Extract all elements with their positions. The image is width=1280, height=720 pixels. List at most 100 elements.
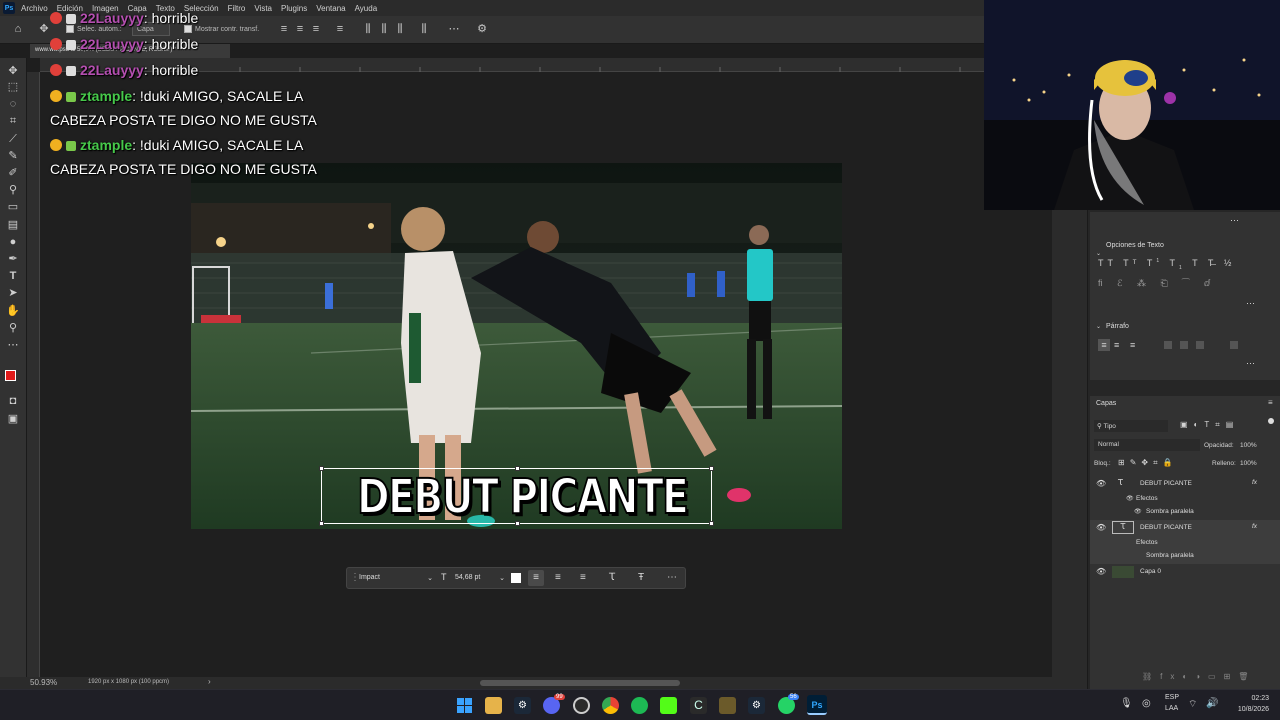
paragraph-align-left-icon[interactable]: ≡ xyxy=(1098,339,1110,351)
text-color-swatch[interactable] xyxy=(511,573,521,583)
more-options-icon[interactable]: ⋯ xyxy=(1246,298,1255,309)
opentype-buttons[interactable]: ﬁ ℰ ⁂ ⎗ ⁀ ⅆ xyxy=(1098,278,1216,289)
layer-effect-row[interactable]: 👁 Sombra paralela xyxy=(1090,504,1280,520)
opacity-value[interactable]: 100% xyxy=(1240,442,1257,449)
dodge-icon[interactable]: ● xyxy=(6,235,20,249)
font-size-field[interactable]: 54,68 pt ⌄ xyxy=(455,571,505,585)
hand-icon[interactable]: ✋ xyxy=(6,304,20,318)
path-selection-icon[interactable]: ➤ xyxy=(6,286,20,300)
fx-icon[interactable]: fx xyxy=(1252,523,1257,530)
gradient-icon[interactable]: ▤ xyxy=(6,218,20,232)
distribute-vertical-icon[interactable]: ⫼ xyxy=(418,23,430,35)
clock-time[interactable]: 02:23 xyxy=(1223,695,1269,702)
windows-start-icon[interactable] xyxy=(456,697,473,714)
document-canvas[interactable]: DEBUT PICANTE xyxy=(191,163,842,529)
layer-name[interactable]: Capa 0 xyxy=(1140,568,1161,575)
kick-icon[interactable] xyxy=(660,697,677,714)
move-icon[interactable]: ✥ xyxy=(6,64,20,78)
transform-handle[interactable] xyxy=(515,466,520,471)
eye-icon[interactable]: 👁 xyxy=(1096,479,1106,488)
lock-icons[interactable]: ⊞✎✥⌗🔒 xyxy=(1118,458,1178,468)
crop-icon[interactable]: ⌗ xyxy=(6,114,20,128)
eraser-icon[interactable]: ▭ xyxy=(6,200,20,214)
healing-brush-icon[interactable]: ✎ xyxy=(6,149,20,163)
marquee-icon[interactable]: ⬚ xyxy=(6,80,20,94)
text-style-buttons[interactable]: TT Tᵀ T1 T1 T T̶ ½ xyxy=(1098,258,1235,271)
clone-stamp-icon[interactable]: ⚲ xyxy=(6,183,20,197)
language-indicator[interactable]: ESP xyxy=(1165,694,1179,701)
text-orientation-icon[interactable]: Ŧ xyxy=(638,570,644,586)
layer-filter-icons[interactable]: ▣◐T⌗▤ xyxy=(1180,420,1239,430)
menu-vista[interactable]: Vista xyxy=(254,4,272,13)
chrome-icon[interactable] xyxy=(602,697,619,714)
align-middle-icon[interactable]: ⫼ xyxy=(378,23,390,35)
justify-last-center-icon[interactable] xyxy=(1180,341,1188,349)
photoshop-icon[interactable]: Ps xyxy=(807,695,827,715)
eye-icon[interactable]: 👁 xyxy=(1096,567,1106,576)
lasso-icon[interactable]: ◌ xyxy=(6,97,20,111)
layers-panel-title[interactable]: Capas xyxy=(1096,400,1116,407)
minecraft-icon[interactable] xyxy=(719,697,736,714)
auto-select-checkbox[interactable] xyxy=(66,25,74,33)
app-c-icon[interactable]: C xyxy=(690,697,707,714)
align-center-icon[interactable]: ≡ xyxy=(555,570,561,586)
show-transform-checkbox[interactable] xyxy=(184,25,192,33)
align-bottom-icon[interactable]: ⫼ xyxy=(394,23,406,35)
horizontal-scrollbar[interactable] xyxy=(480,680,680,686)
align-top-icon[interactable]: ⫼ xyxy=(362,23,374,35)
paragraph-align-center-icon[interactable]: ≡ xyxy=(1114,339,1119,351)
align-right-icon[interactable]: ≡ xyxy=(580,570,586,586)
transform-handle[interactable] xyxy=(709,466,714,471)
warp-text-icon[interactable]: Ꚍ xyxy=(609,570,615,586)
align-left-icon[interactable]: ≡ xyxy=(528,570,544,586)
more-options-icon[interactable]: ⋯ xyxy=(667,570,677,586)
move-tool-icon[interactable]: ✥ xyxy=(38,23,50,35)
blend-mode-dropdown[interactable]: Normal xyxy=(1094,439,1200,451)
layer-filter-dropdown[interactable]: ⚲ Tipo xyxy=(1094,420,1168,432)
steam-icon[interactable]: ⚙ xyxy=(514,697,531,714)
align-center-icon[interactable]: ≡ xyxy=(294,23,306,35)
volume-icon[interactable]: 🔊 xyxy=(1206,698,1218,709)
eye-icon[interactable]: 👁 xyxy=(1126,495,1134,502)
brush-icon[interactable]: ✐ xyxy=(6,166,20,180)
foreground-color-swatch[interactable] xyxy=(5,370,16,381)
layer-effect-row[interactable]: Sombra paralela xyxy=(1090,548,1280,564)
network-icon[interactable]: ◎ xyxy=(1142,698,1151,709)
eyedropper-icon[interactable]: ⟋ xyxy=(6,132,20,146)
paragraph-align-right-icon[interactable]: ≡ xyxy=(1130,339,1135,351)
fill-value[interactable]: 100% xyxy=(1240,460,1257,467)
more-options-icon[interactable]: ⋯ xyxy=(448,23,460,35)
text-layer-debut-picante[interactable]: DEBUT PICANTE xyxy=(356,468,690,526)
panel-menu-icon[interactable]: ≡ xyxy=(1268,398,1273,407)
text-layer-bounding-box[interactable]: DEBUT PICANTE xyxy=(319,466,714,526)
more-options-icon[interactable]: ⋯ xyxy=(1230,215,1239,226)
more-options-icon[interactable]: ⋯ xyxy=(1246,358,1255,369)
layer-name[interactable]: DEBUT PICANTE xyxy=(1140,480,1192,487)
spotify-icon[interactable] xyxy=(631,697,648,714)
filter-toggle[interactable] xyxy=(1268,418,1274,424)
layer-row[interactable]: 👁 Ꚍ DEBUT PICANTE fx xyxy=(1090,476,1280,492)
font-family-dropdown[interactable]: Impact ⌄ xyxy=(359,571,435,585)
justify-all-icon[interactable] xyxy=(1230,341,1238,349)
quick-mask-icon[interactable]: ◘ xyxy=(6,394,20,408)
layer-row[interactable]: 👁 Capa 0 xyxy=(1090,564,1280,580)
gear-icon[interactable]: ⚙ xyxy=(476,23,488,35)
layers-footer-icons[interactable]: ⛓fx◐◑▭⊞🗑 xyxy=(1142,672,1256,681)
transform-handle[interactable] xyxy=(709,521,714,526)
menu-ventana[interactable]: Ventana xyxy=(316,4,345,13)
menu-filtro[interactable]: Filtro xyxy=(228,4,246,13)
eye-icon[interactable]: 👁 xyxy=(1096,523,1106,532)
transform-handle[interactable] xyxy=(319,521,324,526)
zoom-icon[interactable]: ⚲ xyxy=(6,321,20,335)
chevron-down-icon[interactable]: ⌄ xyxy=(1096,323,1101,330)
distribute-icon[interactable]: ≡ xyxy=(334,23,346,35)
menu-archivo[interactable]: Archivo xyxy=(21,4,48,13)
document-info[interactable]: 1920 px x 1080 px (100 ppcm) xyxy=(88,679,169,685)
fx-icon[interactable]: fx xyxy=(1252,479,1257,486)
layer-row-selected[interactable]: 👁 Ꚍ DEBUT PICANTE fx xyxy=(1090,520,1280,536)
wifi-icon[interactable]: ⌔ xyxy=(1188,698,1197,711)
menu-ayuda[interactable]: Ayuda xyxy=(355,4,378,13)
align-left-icon[interactable]: ≡ xyxy=(278,23,290,35)
align-right-icon[interactable]: ≡ xyxy=(310,23,322,35)
justify-last-right-icon[interactable] xyxy=(1196,341,1204,349)
